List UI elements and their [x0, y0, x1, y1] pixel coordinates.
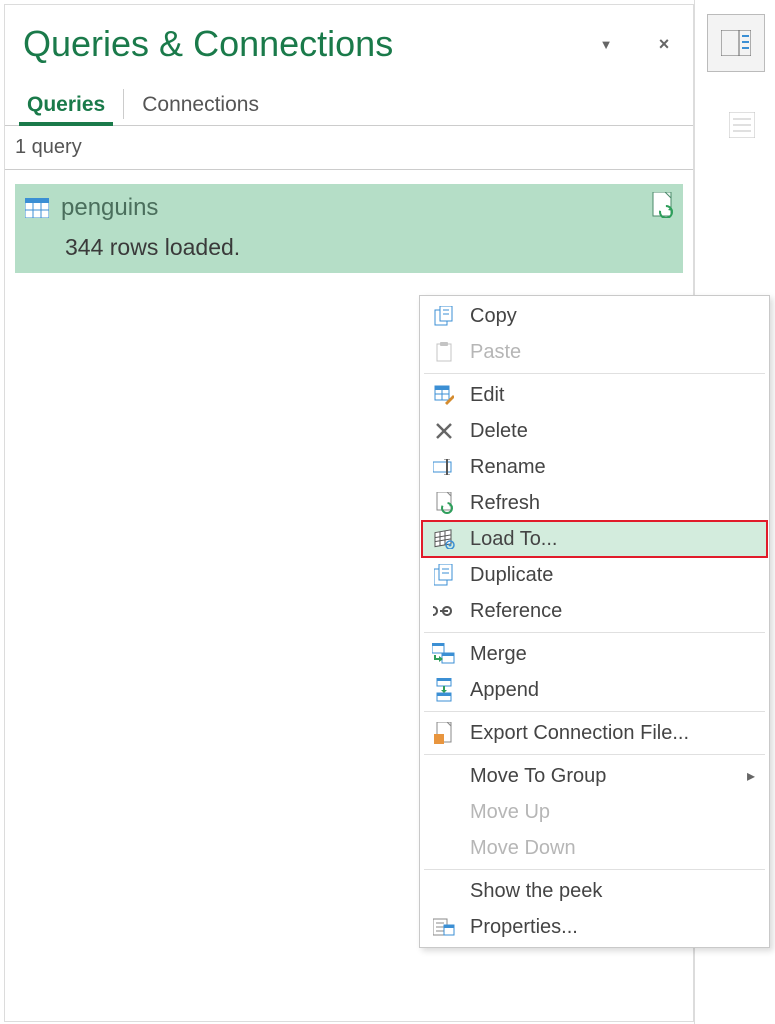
menu-move-up: Move Up [422, 794, 767, 830]
merge-icon [432, 642, 456, 666]
menu-label: Duplicate [470, 564, 755, 587]
list-icon [729, 112, 755, 138]
menu-label: Rename [470, 456, 755, 479]
chevron-down-icon: ▼ [600, 37, 613, 52]
menu-refresh[interactable]: Refresh [422, 485, 767, 521]
reference-icon [432, 599, 456, 623]
query-count-label: 1 query [5, 126, 693, 170]
menu-separator [424, 632, 765, 633]
menu-reference[interactable]: Reference [422, 593, 767, 629]
menu-label: Reference [470, 600, 755, 623]
blank-icon [432, 800, 456, 824]
tab-queries[interactable]: Queries [13, 83, 119, 125]
tab-separator [123, 89, 124, 119]
menu-label: Edit [470, 384, 755, 407]
copy-icon [432, 304, 456, 328]
menu-separator [424, 869, 765, 870]
menu-move-down: Move Down [422, 830, 767, 866]
close-icon: × [659, 34, 670, 55]
menu-label: Copy [470, 305, 755, 328]
menu-label: Show the peek [470, 880, 755, 903]
edit-icon [432, 383, 456, 407]
refresh-status-icon [651, 192, 673, 218]
menu-load-to[interactable]: Load To... [422, 521, 767, 557]
menu-show-peek[interactable]: Show the peek [422, 873, 767, 909]
menu-label: Append [470, 679, 755, 702]
menu-move-to-group[interactable]: Move To Group [422, 758, 767, 794]
rename-icon [432, 455, 456, 479]
query-status-text: 344 rows loaded. [25, 222, 673, 261]
query-item[interactable]: penguins 344 rows loaded. [15, 184, 683, 273]
menu-append[interactable]: Append [422, 672, 767, 708]
properties-icon [432, 915, 456, 939]
paste-icon [432, 340, 456, 364]
menu-paste: Paste [422, 334, 767, 370]
menu-label: Paste [470, 341, 755, 364]
table-icon [25, 198, 49, 218]
export-icon [432, 721, 456, 745]
menu-label: Properties... [470, 916, 755, 939]
menu-separator [424, 373, 765, 374]
menu-separator [424, 754, 765, 755]
menu-label: Merge [470, 643, 755, 666]
menu-duplicate[interactable]: Duplicate [422, 557, 767, 593]
append-icon [432, 678, 456, 702]
tab-connections[interactable]: Connections [128, 83, 273, 125]
context-menu: Copy Paste Edit Delete Rename [419, 295, 770, 948]
pane-toggle-button[interactable] [707, 14, 765, 72]
panel-title: Queries & Connections [23, 23, 563, 65]
menu-label: Load To... [470, 528, 755, 551]
menu-rename[interactable]: Rename [422, 449, 767, 485]
menu-label: Move To Group [470, 765, 747, 788]
blank-icon [432, 879, 456, 903]
menu-delete[interactable]: Delete [422, 413, 767, 449]
menu-edit[interactable]: Edit [422, 377, 767, 413]
pane-icon [721, 30, 751, 56]
blank-icon [432, 836, 456, 860]
menu-label: Move Down [470, 837, 755, 860]
menu-separator [424, 711, 765, 712]
blank-icon [432, 764, 456, 788]
menu-properties[interactable]: Properties... [422, 909, 767, 945]
menu-label: Refresh [470, 492, 755, 515]
menu-label: Move Up [470, 801, 755, 824]
panel-tabs: Queries Connections [5, 83, 693, 126]
menu-label: Delete [470, 420, 755, 443]
menu-label: Export Connection File... [470, 722, 755, 745]
load-to-icon [432, 527, 456, 551]
delete-icon [432, 419, 456, 443]
panel-close-button[interactable]: × [649, 29, 679, 59]
tab-label: Connections [142, 93, 259, 116]
menu-copy[interactable]: Copy [422, 298, 767, 334]
panel-options-button[interactable]: ▼ [591, 29, 621, 59]
duplicate-icon [432, 563, 456, 587]
menu-export-connection-file[interactable]: Export Connection File... [422, 715, 767, 751]
menu-merge[interactable]: Merge [422, 636, 767, 672]
tab-label: Queries [27, 93, 105, 116]
query-name: penguins [61, 194, 158, 222]
list-view-button[interactable] [727, 110, 757, 140]
refresh-icon [432, 491, 456, 515]
